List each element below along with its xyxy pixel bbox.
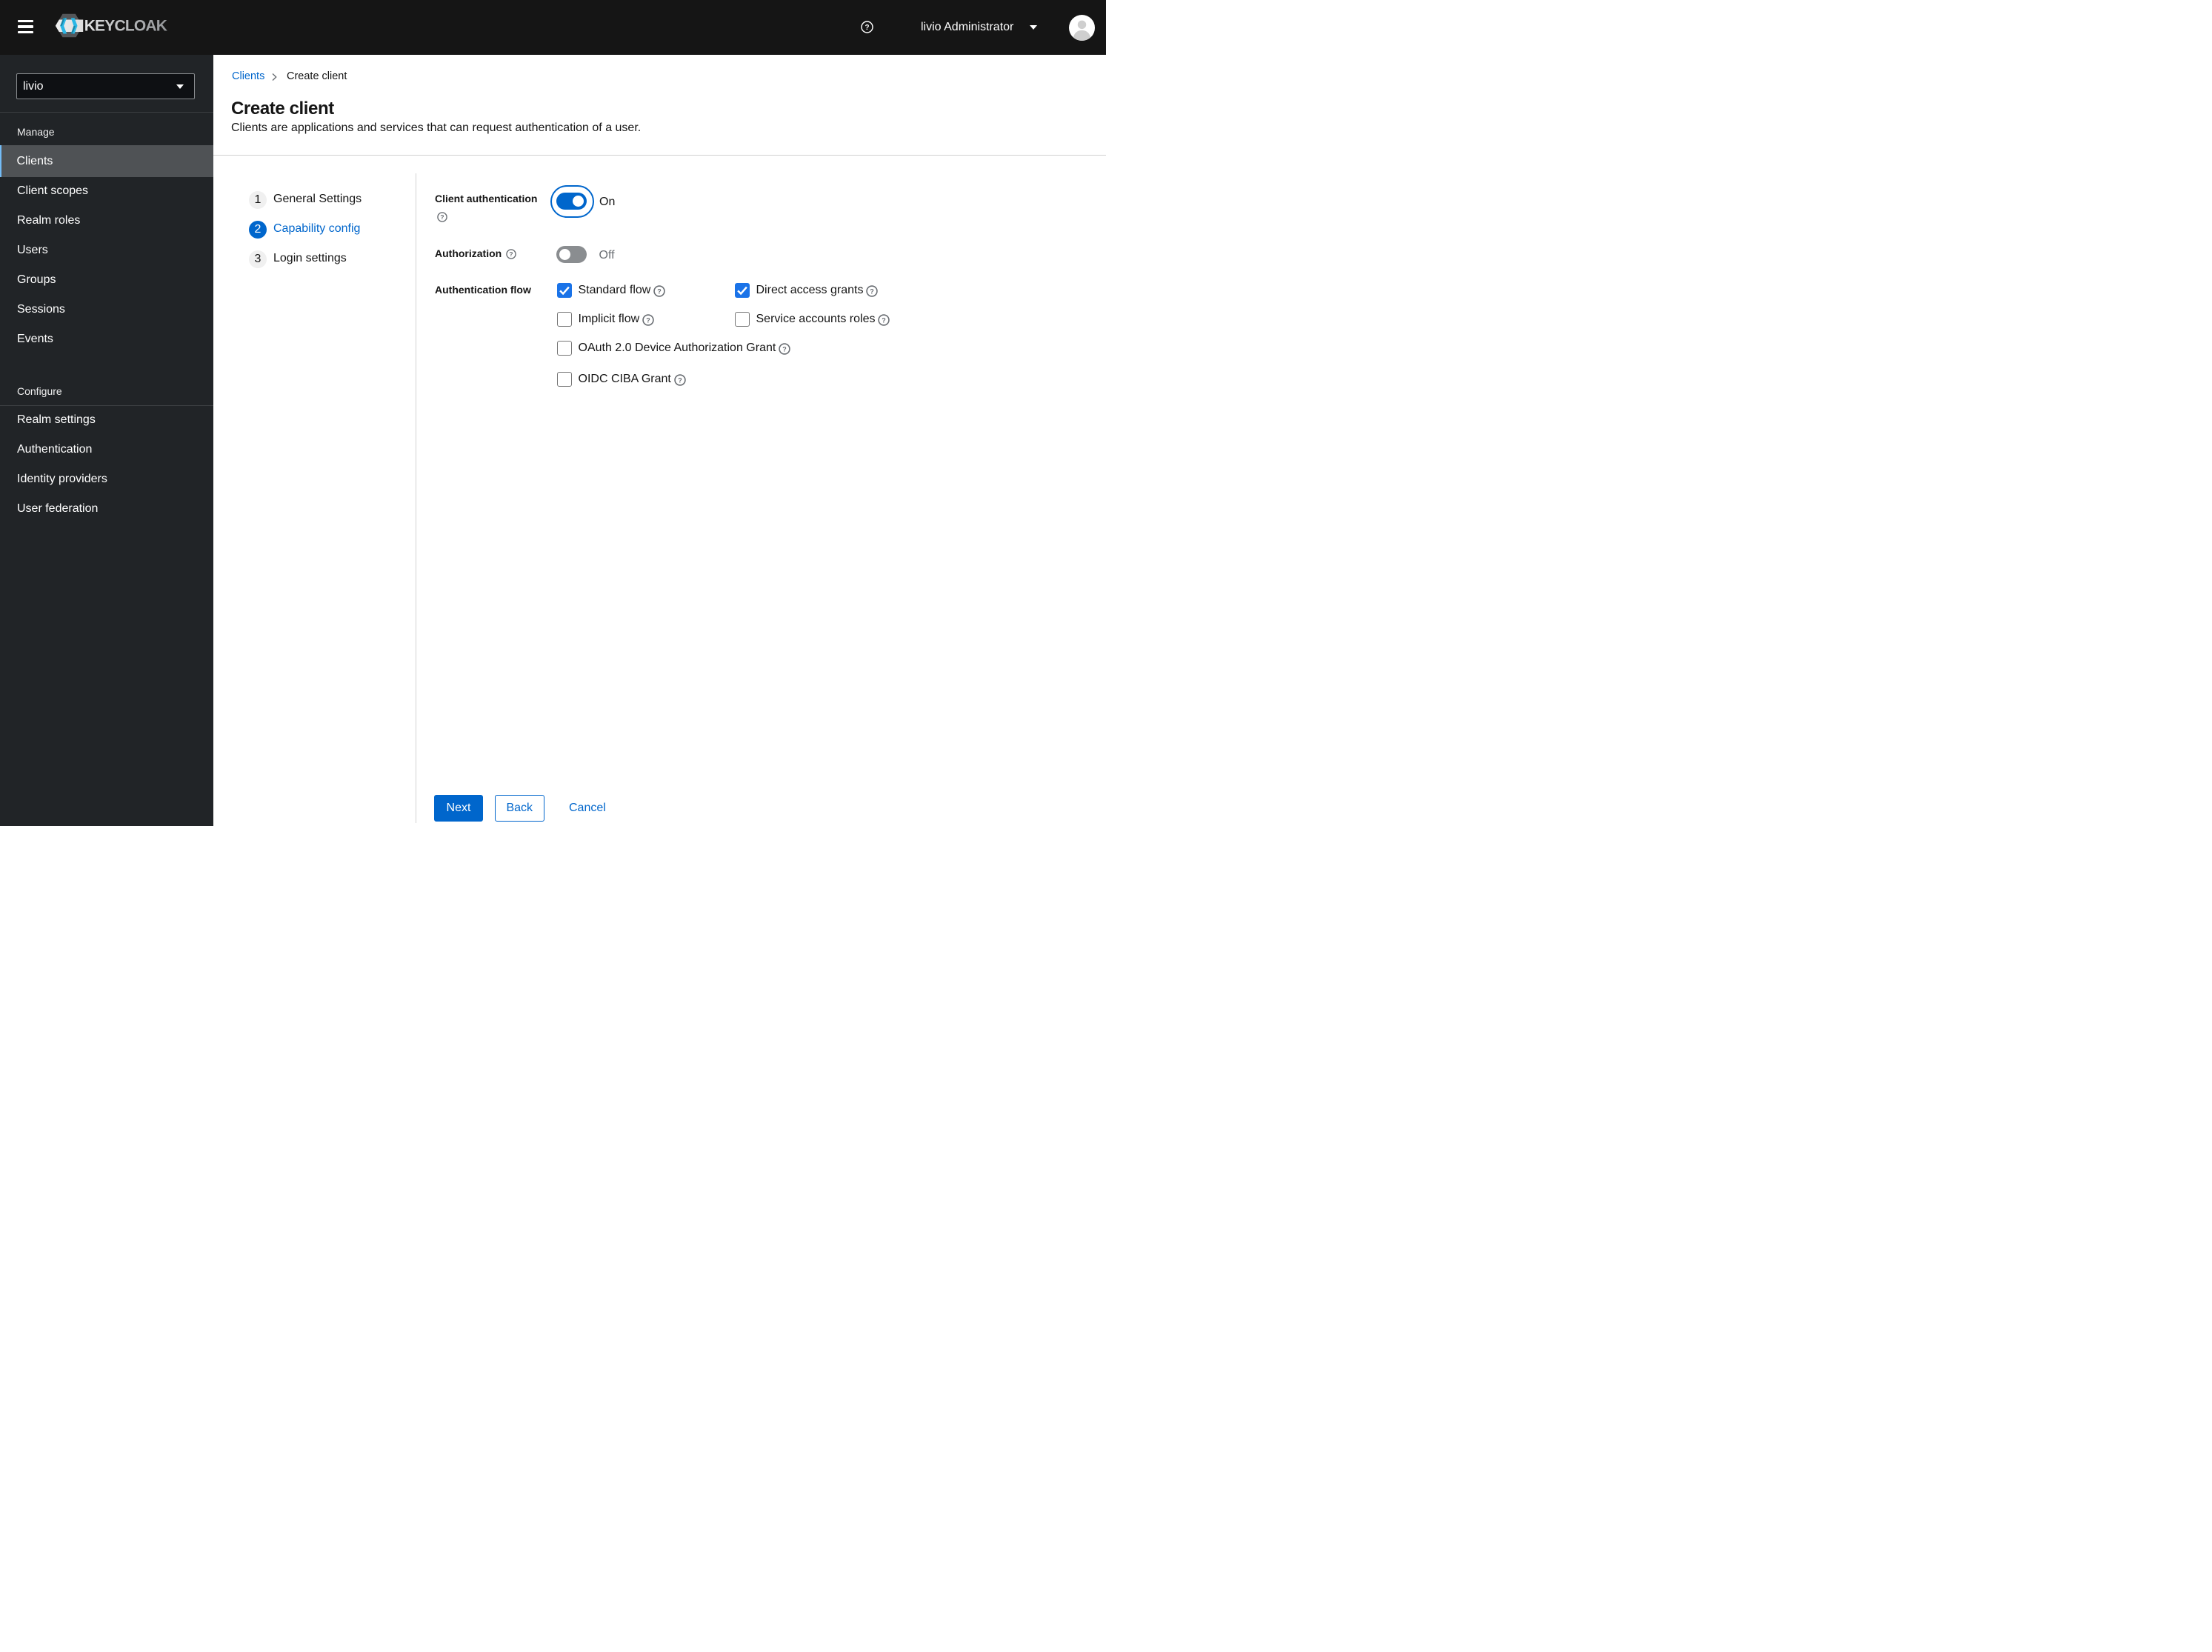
svg-text:?: ? — [646, 316, 650, 324]
svg-text:KEYCLOAK: KEYCLOAK — [84, 18, 167, 35]
svg-text:?: ? — [440, 213, 444, 221]
svg-text:?: ? — [870, 287, 875, 295]
svg-text:?: ? — [882, 316, 887, 324]
svg-text:?: ? — [865, 24, 869, 32]
svg-text:?: ? — [509, 250, 513, 257]
svg-text:?: ? — [783, 345, 787, 353]
svg-text:?: ? — [678, 376, 682, 384]
svg-text:?: ? — [658, 287, 662, 295]
